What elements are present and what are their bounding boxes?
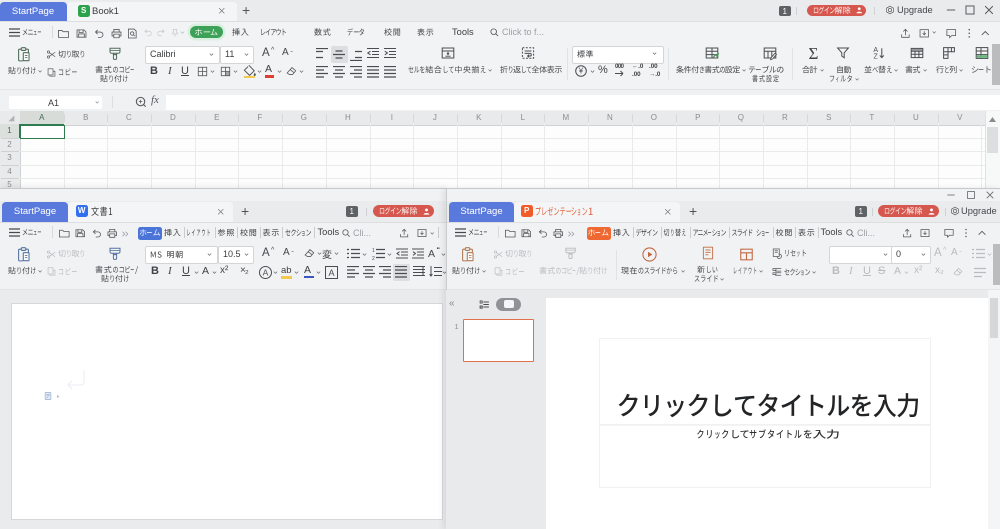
svg-text:A: A [263, 267, 269, 277]
svg-text:A: A [328, 267, 334, 277]
svg-text:2: 2 [372, 256, 375, 260]
svg-text:1: 1 [372, 248, 375, 254]
